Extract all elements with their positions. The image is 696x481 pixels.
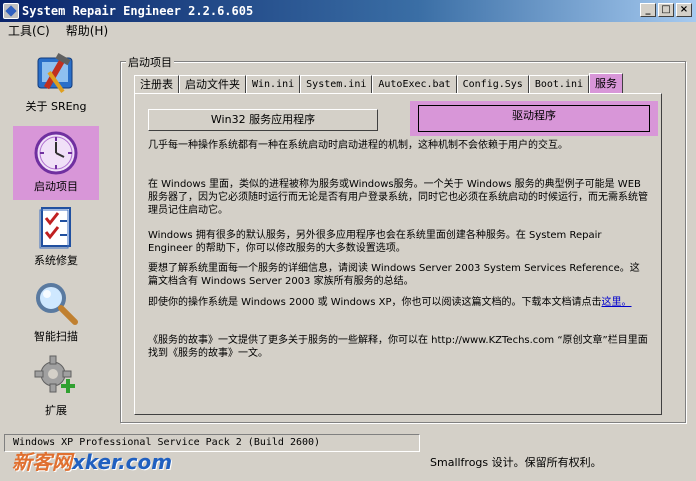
sidebar-item-label: 启动项目 xyxy=(34,180,78,193)
magnifier-icon xyxy=(36,283,78,325)
tab-registry[interactable]: 注册表 xyxy=(134,75,179,94)
paragraph-reference: 要想了解系统里面每一个服务的详细信息，请阅读 Windows Server 20… xyxy=(148,263,640,287)
watermark-prefix: 新客网 xyxy=(12,450,72,474)
copyright-status: Smallfrogs 设计。保留所有权利。 xyxy=(430,456,602,469)
paragraph-default-services: Windows 拥有很多的默认服务，另外很多应用程序也会在系统里面创建各种服务。… xyxy=(148,230,602,254)
window-title: System Repair Engineer 2.2.6.605 xyxy=(22,4,254,18)
tab-autoexec[interactable]: AutoExec.bat xyxy=(372,75,457,94)
tab-strip: 注册表 启动文件夹 Win.ini System.ini AutoExec.ba… xyxy=(134,73,624,94)
driver-button[interactable]: 驱动程序 xyxy=(410,101,658,136)
tab-win-ini[interactable]: Win.ini xyxy=(246,75,301,94)
clock-icon xyxy=(34,131,78,175)
menu-help[interactable]: 帮助(H) xyxy=(58,22,116,40)
driver-button-label: 驱动程序 xyxy=(418,105,650,132)
title-bar: System Repair Engineer 2.2.6.605 _ □ × xyxy=(0,0,696,22)
tab-startup-folder[interactable]: 启动文件夹 xyxy=(179,75,246,94)
win32-services-button[interactable]: Win32 服务应用程序 xyxy=(148,109,378,131)
paragraph-story: 《服务的故事》一文提供了更多关于服务的一些解释，你可以在 http://www.… xyxy=(148,335,648,359)
minimize-button[interactable]: _ xyxy=(640,3,656,17)
sidebar-item-scan[interactable]: 智能扫描 xyxy=(13,280,99,346)
maximize-button[interactable]: □ xyxy=(658,3,674,17)
sidebar-item-label: 系统修复 xyxy=(34,254,78,267)
checklist-icon xyxy=(39,207,71,249)
tab-system-ini[interactable]: System.ini xyxy=(300,75,373,94)
paragraph-intro: 几乎每一种操作系统都有一种在系统启动时启动进程的机制，这种机制不会依赖于用户的交… xyxy=(148,140,568,151)
menu-bar: 工具(C) 帮助(H) xyxy=(0,22,696,40)
download-link[interactable]: 这里。 xyxy=(602,297,632,308)
sidebar-item-startup[interactable]: 启动项目 xyxy=(13,126,99,200)
tab-boot-ini[interactable]: Boot.ini xyxy=(528,75,590,94)
site-watermark: 新客网xker.com xyxy=(12,446,172,475)
paragraph-services: 在 Windows 里面，类似的进程被称为服务或Windows服务。一个关于 W… xyxy=(148,179,648,216)
paragraph-download: 即使你的操作系统是 Windows 2000 或 Windows XP，你也可以… xyxy=(148,296,648,309)
tools-icon xyxy=(37,53,73,93)
sidebar: 关于 SREng 启动项目 系统修复 智能扫描 扩展 xyxy=(10,48,102,428)
tab-services[interactable]: 服务 xyxy=(589,73,624,94)
download-text: 即使你的操作系统是 Windows 2000 或 Windows XP，你也可以… xyxy=(148,297,602,308)
sidebar-item-extend[interactable]: 扩展 xyxy=(13,354,99,420)
sidebar-item-label: 扩展 xyxy=(45,404,67,417)
close-button[interactable]: × xyxy=(676,3,692,17)
menu-tools[interactable]: 工具(C) xyxy=(0,22,58,40)
sidebar-item-repair[interactable]: 系统修复 xyxy=(13,206,99,272)
group-label: 启动项目 xyxy=(126,54,174,70)
watermark-site: xker.com xyxy=(72,450,173,474)
sidebar-item-label: 关于 SREng xyxy=(25,100,87,113)
sidebar-item-about[interactable]: 关于 SREng xyxy=(13,52,99,122)
app-icon xyxy=(3,3,19,19)
gear-plus-icon xyxy=(34,355,75,393)
tab-config-sys[interactable]: Config.Sys xyxy=(456,75,529,94)
sidebar-item-label: 智能扫描 xyxy=(34,330,78,343)
